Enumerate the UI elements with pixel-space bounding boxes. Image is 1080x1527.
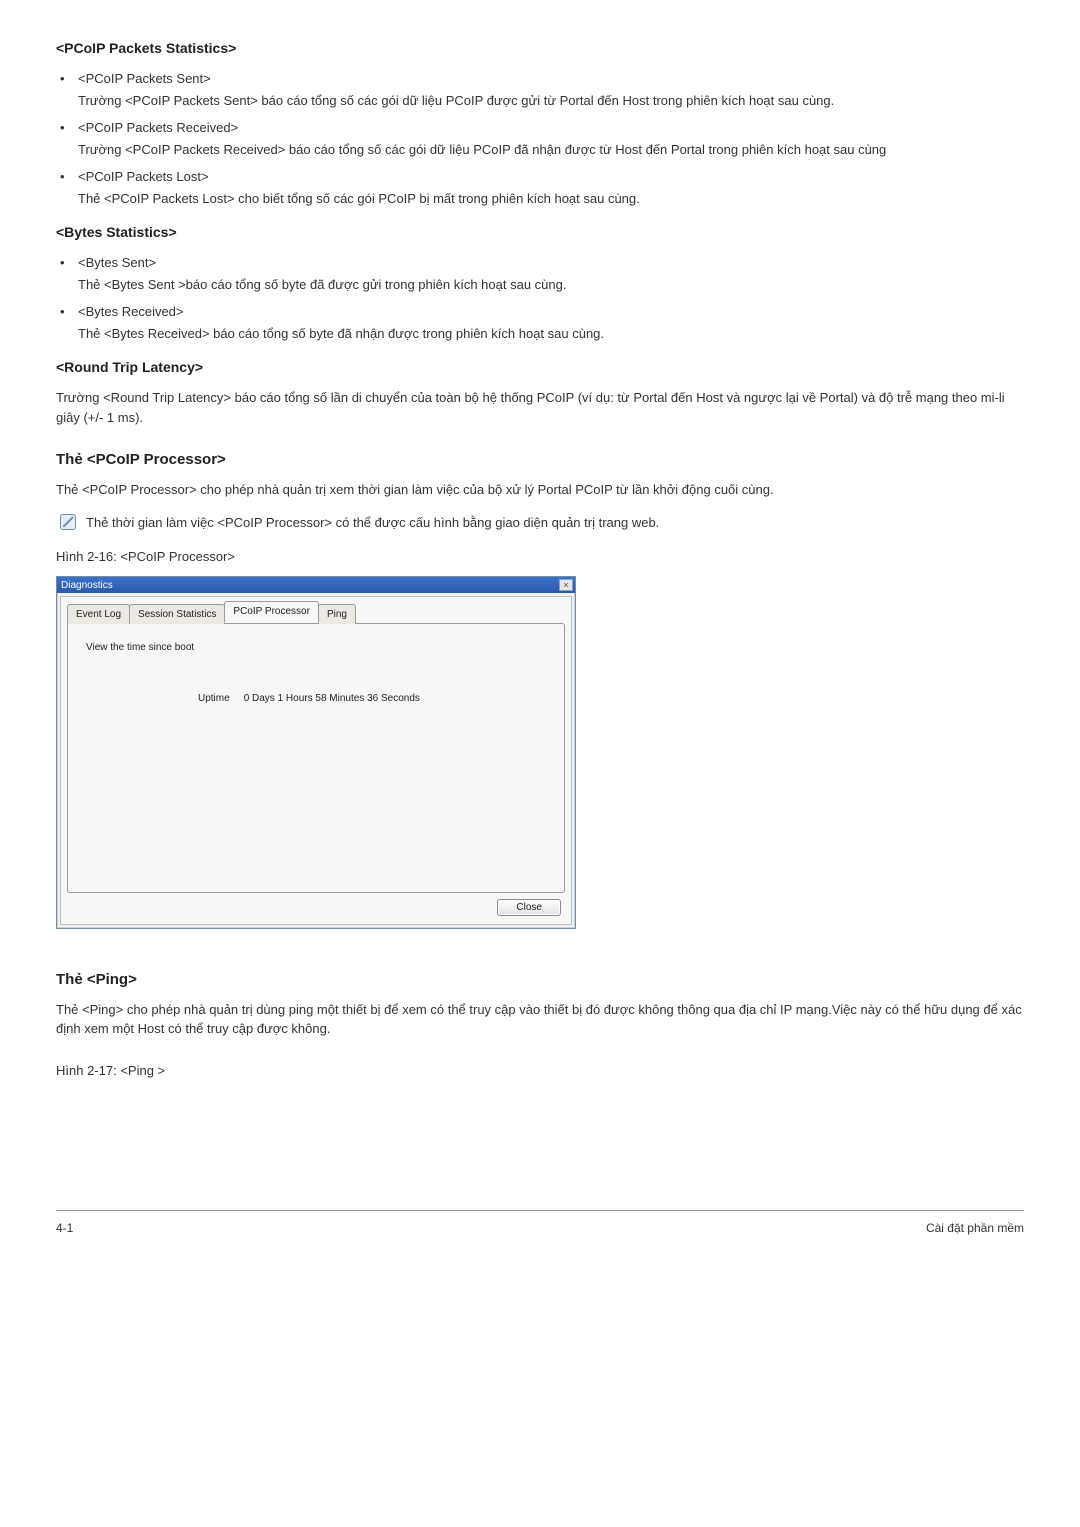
pcoip-packets-list: <PCoIP Packets Sent> Trường <PCoIP Packe… [56,69,1024,208]
dialog-title: Diagnostics [61,578,113,593]
item-desc: Thẻ <Bytes Sent >báo cáo tổng số byte đã… [78,275,1024,295]
item-title: <PCoIP Packets Sent> [78,69,1024,89]
tab-pcoip-processor[interactable]: PCoIP Processor [224,601,319,623]
item-title: <PCoIP Packets Received> [78,118,1024,138]
figure-caption-ping: Hình 2-17: <Ping > [56,1061,1024,1081]
uptime-label: Uptime [198,691,230,706]
list-item: <PCoIP Packets Sent> Trường <PCoIP Packe… [56,69,1024,110]
tabpanel-pcoip-processor: View the time since boot Uptime 0 Days 1… [67,623,565,893]
item-title: <Bytes Sent> [78,253,1024,273]
tab-session-statistics[interactable]: Session Statistics [129,604,225,624]
dialog-footer: Close [67,893,565,918]
bytes-list: <Bytes Sent> Thẻ <Bytes Sent >báo cáo tổ… [56,253,1024,343]
section-title-ping: Thẻ <Ping> [56,969,1024,992]
dialog-body: Event Log Session Statistics PCoIP Proce… [60,596,572,925]
uptime-value: 0 Days 1 Hours 58 Minutes 36 Seconds [244,691,420,706]
latency-desc: Trường <Round Trip Latency> báo cáo tổng… [56,388,1024,427]
item-title: <Bytes Received> [78,302,1024,322]
list-item: <Bytes Received> Thẻ <Bytes Received> bá… [56,302,1024,343]
tab-ping[interactable]: Ping [318,604,356,624]
footer-left: 4-1 [56,1219,73,1237]
list-item: <PCoIP Packets Received> Trường <PCoIP P… [56,118,1024,159]
section-title-bytes: <Bytes Statistics> [56,222,1024,243]
spacer [56,1090,1024,1210]
item-title: <PCoIP Packets Lost> [78,167,1024,187]
note-icon [60,514,76,530]
list-item: <Bytes Sent> Thẻ <Bytes Sent >báo cáo tổ… [56,253,1024,294]
footer-right: Cài đặt phần mềm [926,1219,1024,1237]
section-title-latency: <Round Trip Latency> [56,357,1024,378]
diagnostics-dialog: Diagnostics × Event Log Session Statisti… [56,576,576,929]
section-title-pcoip-packets: <PCoIP Packets Statistics> [56,38,1024,59]
processor-desc: Thẻ <PCoIP Processor> cho phép nhà quản … [56,480,1024,500]
item-desc: Trường <PCoIP Packets Received> báo cáo … [78,140,1024,160]
ping-desc: Thẻ <Ping> cho phép nhà quản trị dùng pi… [56,1000,1024,1039]
section-title-processor: Thẻ <PCoIP Processor> [56,449,1024,472]
uptime-row: Uptime 0 Days 1 Hours 58 Minutes 36 Seco… [86,691,546,706]
figure-caption-processor: Hình 2-16: <PCoIP Processor> [56,547,1024,567]
tabstrip: Event Log Session Statistics PCoIP Proce… [67,601,565,623]
note-row: Thẻ thời gian làm việc <PCoIP Processor>… [56,513,1024,533]
item-desc: Thẻ <Bytes Received> báo cáo tổng số byt… [78,324,1024,344]
close-icon[interactable]: × [559,579,573,591]
item-desc: Thẻ <PCoIP Packets Lost> cho biết tổng s… [78,189,1024,209]
item-desc: Trường <PCoIP Packets Sent> báo cáo tổng… [78,91,1024,111]
dialog-titlebar[interactable]: Diagnostics × [57,577,575,593]
note-text: Thẻ thời gian làm việc <PCoIP Processor>… [86,513,659,533]
close-button[interactable]: Close [497,899,561,916]
page-footer: 4-1 Cài đặt phần mềm [56,1210,1024,1237]
tab-event-log[interactable]: Event Log [67,604,130,624]
panel-heading: View the time since boot [86,640,546,655]
list-item: <PCoIP Packets Lost> Thẻ <PCoIP Packets … [56,167,1024,208]
